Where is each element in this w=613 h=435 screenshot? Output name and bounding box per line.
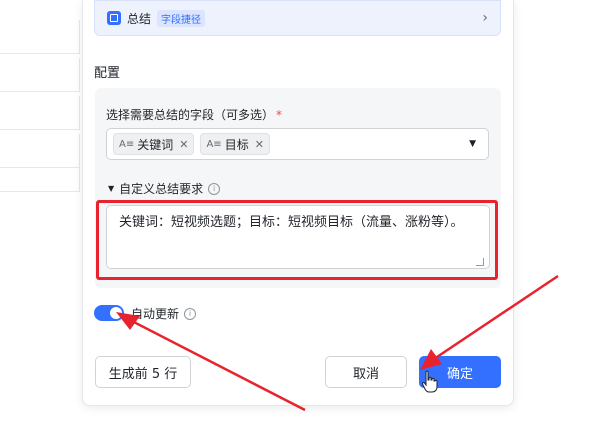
- chip-label: 关键词: [137, 137, 174, 152]
- close-icon[interactable]: ✕: [255, 138, 264, 151]
- background-table: [0, 0, 92, 435]
- custom-requirement-toggle[interactable]: ▼ 自定义总结要求 i: [108, 180, 221, 197]
- annotation-highlight-box: [96, 200, 498, 280]
- field-select-label-text: 选择需要总结的字段（可多选）: [106, 108, 275, 122]
- hand-cursor-icon: [421, 370, 438, 393]
- custom-requirement-label: 自定义总结要求: [119, 182, 204, 196]
- text-field-icon: A≡: [119, 138, 135, 150]
- close-icon[interactable]: ✕: [179, 138, 188, 151]
- table-row: [0, 58, 80, 92]
- table-row: [0, 158, 80, 192]
- info-icon[interactable]: i: [208, 182, 221, 195]
- caret-down-icon[interactable]: ▼: [108, 184, 114, 193]
- field-multiselect[interactable]: A≡ 关键词 ✕ A≡ 目标 ✕ ▼: [106, 128, 489, 160]
- table-row: [0, 20, 80, 54]
- summary-card[interactable]: 总结 字段捷径 ›: [94, 0, 501, 36]
- text-field-icon: A≡: [206, 138, 222, 150]
- chip-label: 目标: [224, 137, 249, 152]
- summary-icon: [107, 11, 121, 25]
- field-shortcut-badge: 字段捷径: [157, 9, 206, 27]
- config-section-title: 配置: [94, 66, 121, 81]
- field-select-label: 选择需要总结的字段（可多选） *: [106, 106, 282, 123]
- chip-keyword: A≡ 关键词 ✕: [113, 133, 195, 155]
- chip-goal: A≡ 目标 ✕: [200, 133, 270, 155]
- info-icon[interactable]: i: [184, 307, 197, 320]
- auto-update-switch[interactable]: [94, 305, 124, 321]
- auto-update-label: 自动更新: [131, 307, 180, 321]
- chevron-right-icon[interactable]: ›: [482, 10, 488, 26]
- generate-preview-button[interactable]: 生成前 5 行: [95, 356, 191, 388]
- summary-title: 总结: [127, 11, 152, 26]
- cancel-button[interactable]: 取消: [325, 356, 407, 388]
- auto-update-row: 自动更新 i: [131, 305, 197, 322]
- table-row: [0, 96, 80, 130]
- required-mark: *: [276, 108, 283, 122]
- caret-down-icon[interactable]: ▼: [469, 139, 476, 149]
